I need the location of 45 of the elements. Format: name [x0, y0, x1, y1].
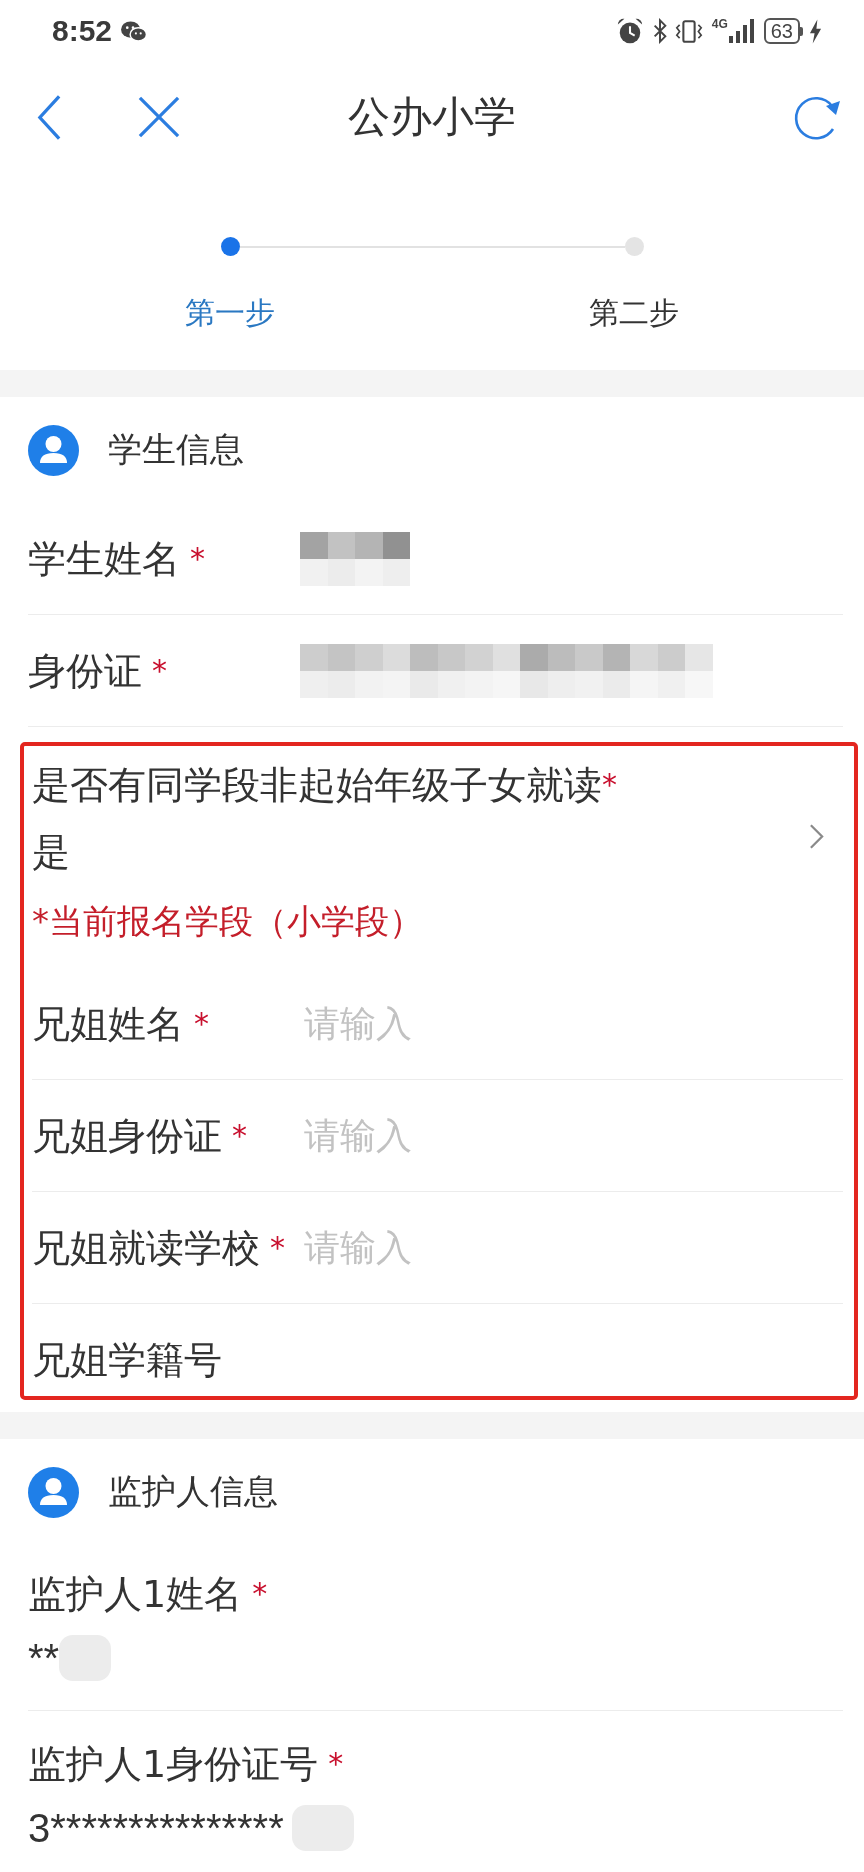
field-label: 监护人1身份证号	[28, 1742, 319, 1786]
field-label: 兄姐身份证	[32, 1113, 222, 1158]
person-icon	[28, 1466, 79, 1518]
dropdown-value[interactable]: 是	[32, 830, 70, 874]
person-icon	[28, 424, 79, 476]
bluetooth-icon	[651, 18, 668, 44]
required-mark: *	[252, 1575, 268, 1613]
field-label: 学生姓名	[28, 536, 180, 581]
charging-icon	[809, 18, 822, 44]
signal-icon	[728, 19, 755, 43]
vibrate-icon	[673, 18, 704, 44]
required-mark: *	[232, 1116, 247, 1155]
section-title: 学生信息	[108, 428, 244, 471]
back-icon	[36, 93, 63, 141]
field-label: 兄姐就读学校	[32, 1225, 260, 1270]
close-button[interactable]	[138, 96, 180, 138]
field-value: 3***************	[28, 1806, 284, 1850]
field-label: 身份证	[28, 648, 142, 693]
required-mark: *	[328, 1745, 344, 1783]
field-label: 兄姐姓名	[32, 1001, 184, 1046]
close-icon	[138, 96, 180, 138]
clock-time: 8:52	[52, 14, 113, 48]
field-label: 监护人1姓名	[28, 1572, 243, 1616]
page-title: 公办小学	[348, 91, 516, 143]
required-mark: *	[602, 766, 617, 804]
required-mark: *	[152, 651, 167, 690]
battery-indicator: 63	[763, 18, 803, 44]
network-type: 4G	[711, 17, 728, 31]
required-mark: *	[270, 1228, 285, 1267]
back-button[interactable]	[36, 93, 63, 141]
field-label: 是否有同学段非起始年级子女就读	[32, 763, 602, 807]
section-title: 监护人信息	[108, 1470, 278, 1513]
step-label: 第二步	[589, 294, 679, 332]
chat-bubbles-icon	[120, 19, 148, 43]
input-field[interactable]: 请输入	[304, 1113, 843, 1158]
alarm-clock-icon	[615, 17, 644, 45]
input-field[interactable]: 请输入	[304, 1225, 843, 1270]
field-label: 兄姐学籍号	[32, 1338, 222, 1382]
field-value: **	[28, 1636, 60, 1680]
stage-note: *当前报名学段（小学段）	[32, 901, 423, 941]
input-field[interactable]: 请输入	[304, 1001, 843, 1046]
required-mark: *	[194, 1004, 209, 1043]
step-label: 第一步	[185, 294, 275, 332]
required-mark: *	[190, 539, 205, 578]
chevron-right-icon[interactable]	[809, 823, 824, 850]
